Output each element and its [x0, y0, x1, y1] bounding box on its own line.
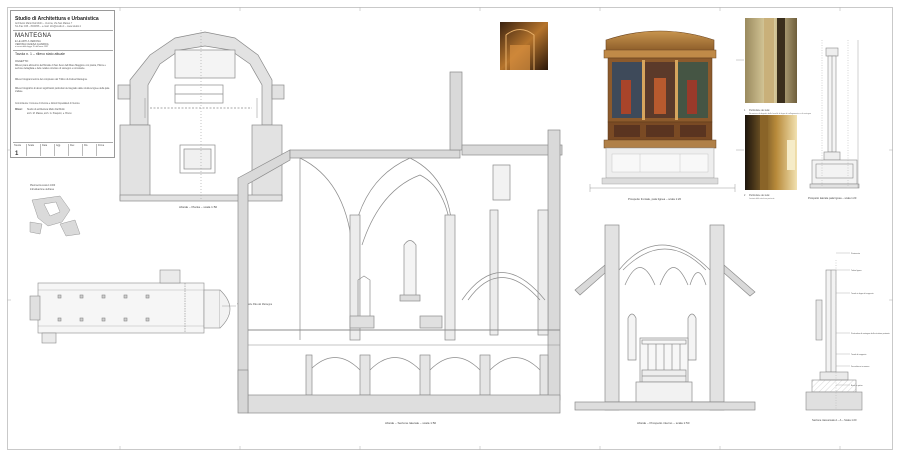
detail-note: Particolare di sostegno della struttura … — [851, 332, 890, 335]
detail-section-caption: Sezione trasversale A – A – Scala 1:20 — [812, 418, 857, 422]
front-elevation-caption: Prospetto frontale, pala lignea – scala … — [628, 197, 681, 201]
key-plan — [29, 195, 81, 237]
detail-note: Zoccolatura in marmo — [851, 365, 869, 368]
section-drawing — [237, 71, 563, 414]
detail-note: Pavimento — [851, 252, 860, 255]
section-caption: Abside – Sezione laterale – scala 1:50 — [385, 421, 436, 425]
key-plan-subcaption: Individuazione dell'area — [30, 188, 55, 191]
altarpiece-elevation — [589, 30, 736, 192]
detail-section — [805, 260, 863, 411]
detail-note: Telaio ligneo — [851, 270, 862, 272]
detail-note: Tavola di supporto — [851, 353, 866, 356]
photo1-number: 1 — [744, 109, 746, 112]
photo2-number: 2 — [744, 194, 746, 197]
photo-detail-1 — [745, 18, 797, 103]
detail-note: Base in pietra — [851, 384, 864, 387]
drawing-sheet: Studio di Architettura e Urbanistica Arc… — [0, 0, 900, 457]
interior-elevation-caption: Abside – Prospetto interno – scala 1:50 — [637, 421, 690, 425]
photo-interior — [500, 22, 548, 70]
interior-elevation — [574, 224, 756, 411]
church-plan — [29, 269, 236, 344]
photo-detail-2 — [745, 115, 797, 190]
side-elevation-caption: Prospetto laterale pala lignea – scala 1… — [808, 196, 857, 200]
photo2-subcaption: Lesioni della struttura portante — [749, 197, 774, 200]
photo1-subcaption: Situazione di degrado delle lamelle di l… — [749, 112, 811, 115]
detail-leaders — [836, 252, 850, 386]
drawing-canvas: Abside – Pianta – scala 1:50 Planimetria… — [7, 7, 893, 450]
photo1-caption: Particolare dei telai — [749, 109, 770, 112]
plan-caption: Abside – Pianta – scala 1:50 — [179, 205, 217, 209]
side-elevation — [809, 40, 860, 189]
detail-note: Tavola in legno di supporto — [851, 292, 874, 295]
key-plan-caption: Planimetria scala 1:1000 — [30, 184, 56, 187]
photo2-caption: Particolare dei telai — [749, 194, 770, 197]
